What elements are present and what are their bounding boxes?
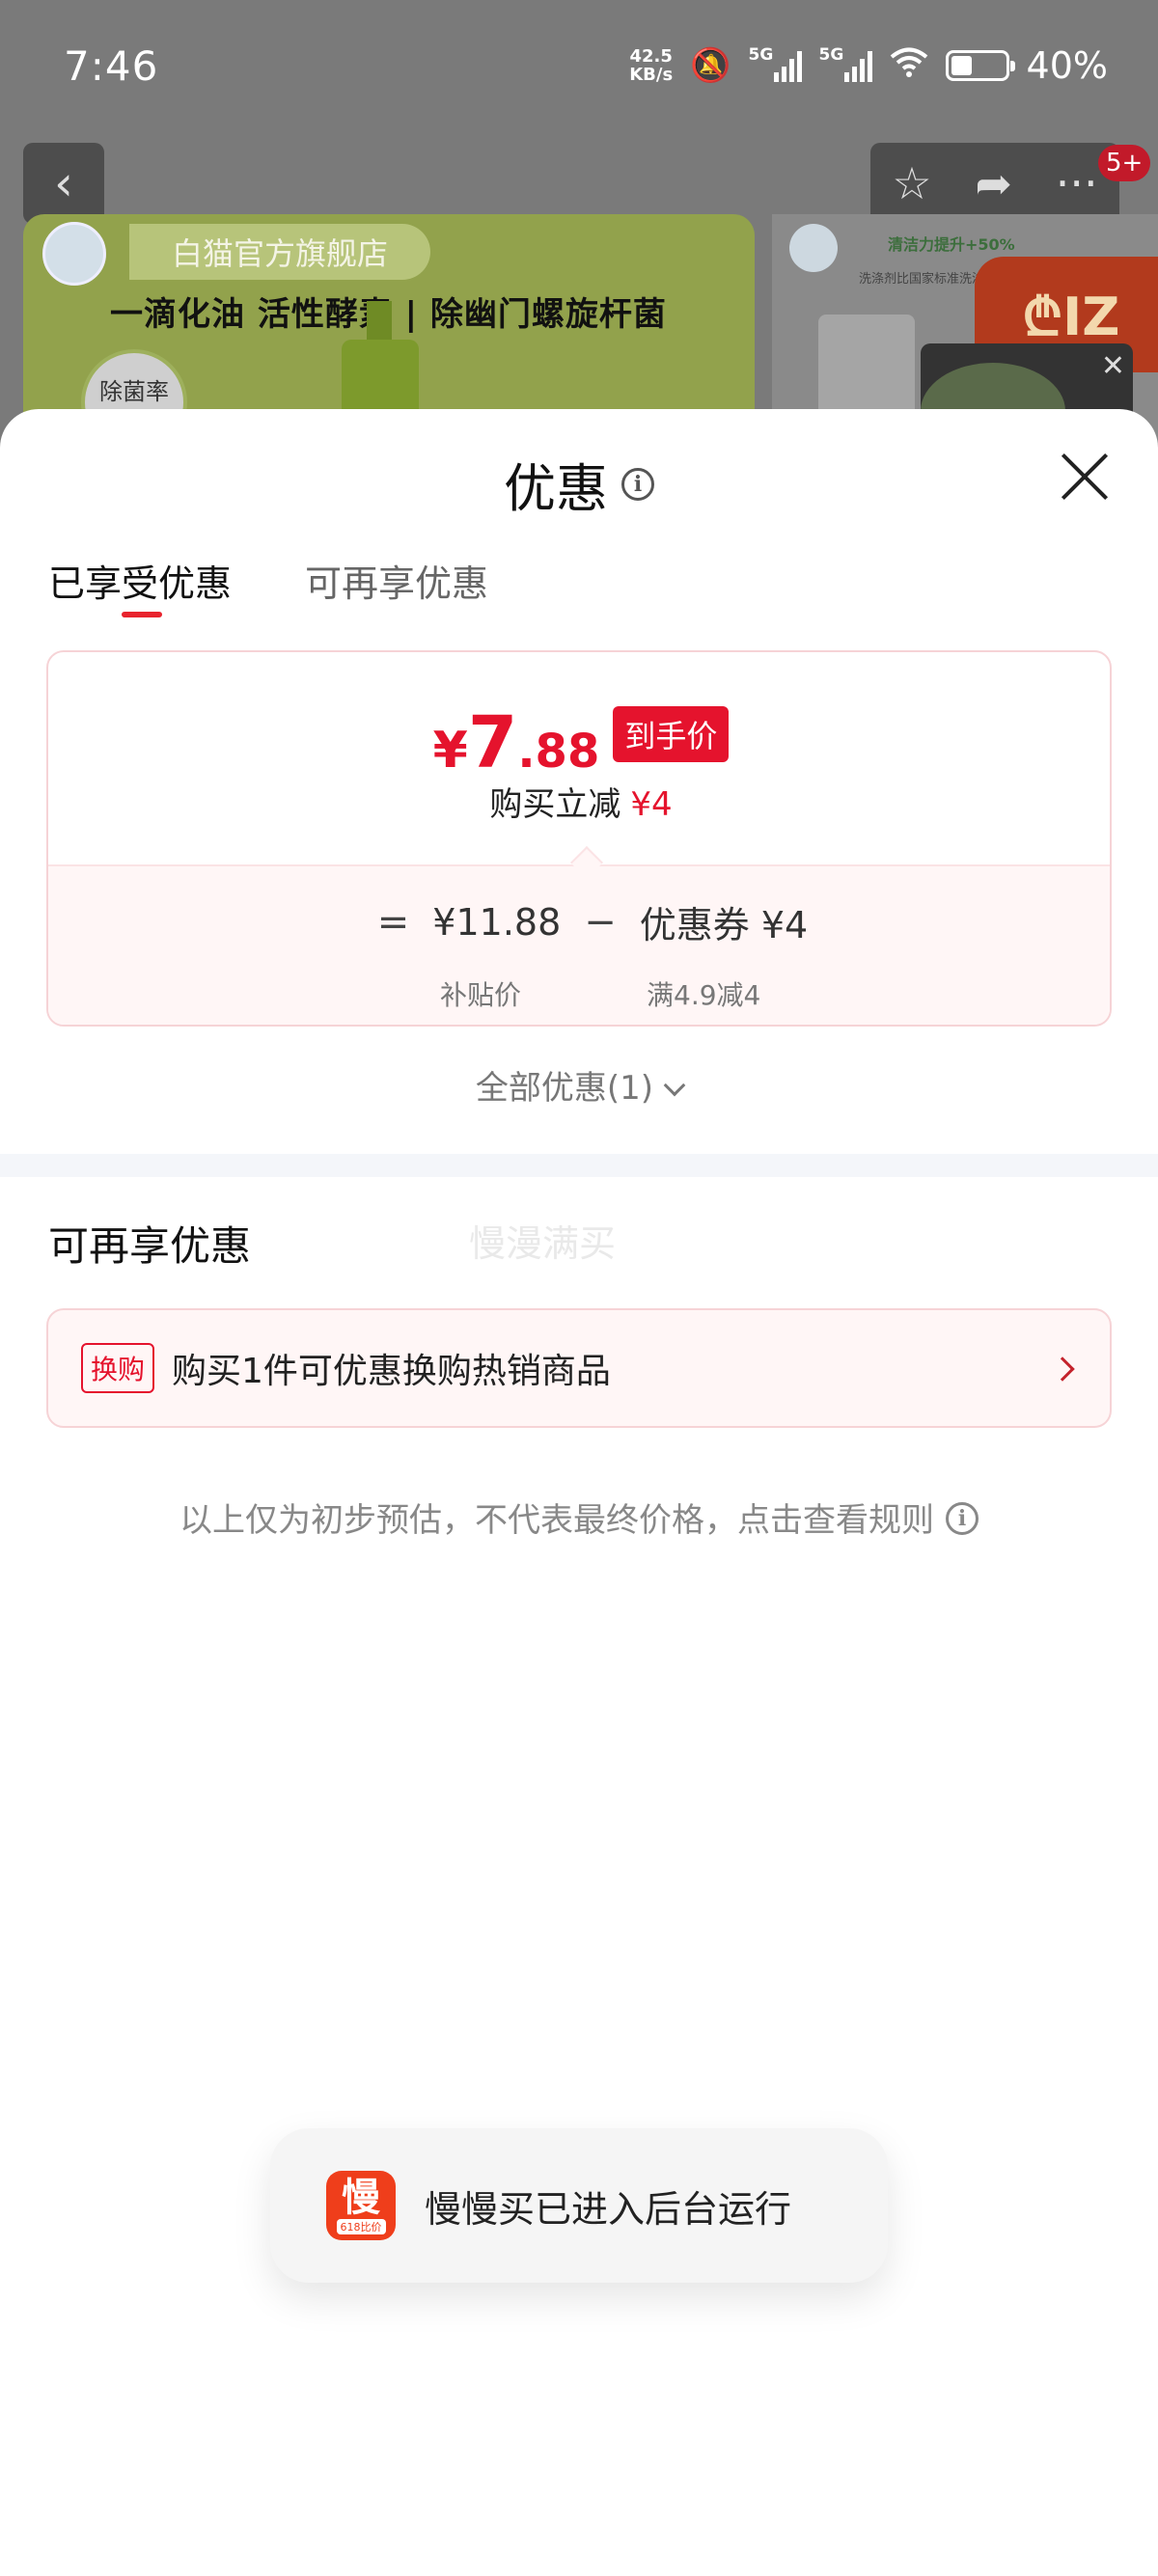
all-offers-label: 全部优惠(1) bbox=[475, 1069, 654, 1108]
chevron-left-icon: ‹ bbox=[54, 155, 73, 211]
rules-info-icon[interactable]: i bbox=[946, 1501, 979, 1535]
mute-icon: 🔕 bbox=[690, 46, 731, 85]
video-close-icon[interactable]: ✕ bbox=[1101, 349, 1125, 383]
store-name: 白猫官方旗舰店 bbox=[129, 224, 431, 280]
equals-sign: = bbox=[376, 899, 410, 945]
exchange-tag: 换购 bbox=[81, 1343, 155, 1393]
tab-more-available[interactable]: 可再享优惠 bbox=[305, 554, 488, 607]
info-icon[interactable]: i bbox=[621, 467, 654, 501]
sheet-title: 优惠 bbox=[504, 458, 608, 519]
sheet-header: 优惠 i bbox=[0, 446, 1158, 522]
top-action-group: ☆ ➦ ··· bbox=[870, 143, 1119, 224]
base-price: ¥11.88 bbox=[432, 900, 562, 944]
tab-enjoyed[interactable]: 已享受优惠 bbox=[48, 554, 233, 617]
brand-logo-small bbox=[789, 224, 838, 272]
chevron-right-icon bbox=[1050, 1357, 1075, 1382]
product-page-background: 7:46 42.5 KB/s 🔕 5G 5G 40% ‹ ☆ ➦ ··· 5+ … bbox=[0, 0, 1158, 444]
tab-active-indicator bbox=[122, 612, 162, 617]
status-indicators: 42.5 KB/s 🔕 5G 5G 40% bbox=[629, 44, 1108, 87]
network-speed: 42.5 KB/s bbox=[629, 47, 673, 84]
back-button[interactable]: ‹ bbox=[23, 143, 104, 224]
network-speed-unit: KB/s bbox=[629, 65, 674, 85]
star-icon[interactable]: ☆ bbox=[892, 157, 931, 209]
discount-tabs: 已享受优惠 可再享优惠 bbox=[48, 554, 488, 617]
price-breakdown-card: ¥ 7 .88 到手价 购买立减 ¥4 = ¥11.88 − 优惠券 ¥4 补贴价… bbox=[46, 650, 1112, 1027]
minus-sign: − bbox=[584, 899, 617, 945]
signal-label: 5G bbox=[748, 45, 774, 65]
section-divider bbox=[0, 1154, 1158, 1177]
price-calculation: = ¥11.88 − 优惠券 ¥4 补贴价 满4.9减4 bbox=[48, 864, 1110, 1025]
toast-message: 慢慢买已进入后台运行 bbox=[425, 2187, 792, 2231]
coupon-condition: 满4.9减4 bbox=[647, 979, 761, 1011]
network-speed-value: 42.5 bbox=[629, 46, 673, 67]
exchange-offer[interactable]: 换购 购买1件可优惠换购热销商品 bbox=[46, 1308, 1112, 1428]
battery-percent: 40% bbox=[1026, 44, 1108, 87]
exchange-text: 购买1件可优惠换购热销商品 bbox=[172, 1352, 611, 1391]
final-price-currency: ¥ bbox=[432, 722, 468, 780]
price-disclaimer[interactable]: 以上仅为初步预估，不代表最终价格，点击查看规则 i bbox=[0, 1494, 1158, 1541]
wifi-icon bbox=[890, 46, 928, 86]
reduce-line: 购买立减 ¥4 bbox=[48, 778, 1110, 825]
background-run-toast: 慢 618比价 慢慢买已进入后台运行 bbox=[270, 2128, 888, 2283]
reduce-label: 购买立减 bbox=[489, 785, 621, 824]
app-icon-sub: 618比价 bbox=[336, 2219, 386, 2234]
status-time: 7:46 bbox=[64, 42, 159, 90]
final-price-tag: 到手价 bbox=[613, 706, 730, 762]
battery-icon bbox=[945, 50, 1015, 81]
notification-badge: 5+ bbox=[1098, 145, 1151, 181]
signal-label-2: 5G bbox=[818, 45, 844, 65]
coupon-amount: 优惠券 ¥4 bbox=[639, 904, 809, 946]
disclaimer-text: 以上仅为初步预估，不代表最终价格，点击查看规则 bbox=[179, 1501, 934, 1540]
reduce-amount: ¥4 bbox=[630, 785, 673, 824]
chevron-down-icon bbox=[663, 1074, 686, 1097]
status-bar: 7:46 42.5 KB/s 🔕 5G 5G 40% bbox=[0, 0, 1158, 135]
final-price-line: ¥ 7 .88 到手价 bbox=[48, 701, 1110, 784]
brand-logo bbox=[42, 222, 106, 286]
more-icon[interactable]: ··· bbox=[1056, 157, 1098, 209]
app-icon-glyph: 慢 bbox=[342, 2176, 380, 2220]
app-icon: 慢 618比价 bbox=[326, 2171, 396, 2240]
base-price-label: 补贴价 bbox=[440, 979, 522, 1011]
side-banner-line: 清洁力提升+50% bbox=[888, 235, 1015, 254]
section-title: 可再享优惠 bbox=[48, 1222, 252, 1270]
watermark-text: 慢漫满买 bbox=[469, 1222, 617, 1265]
close-button[interactable] bbox=[1058, 450, 1112, 504]
battery-fill bbox=[951, 56, 973, 75]
tab-enjoyed-label: 已享受优惠 bbox=[48, 562, 233, 605]
signal-icon: 5G bbox=[749, 45, 802, 82]
tab-more-label: 可再享优惠 bbox=[305, 562, 489, 605]
final-price: ¥ 7 .88 bbox=[432, 701, 600, 784]
calc-row: = ¥11.88 − 优惠券 ¥4 bbox=[48, 895, 1110, 948]
share-icon[interactable]: ➦ bbox=[975, 157, 1012, 209]
final-price-decimal: .88 bbox=[517, 725, 600, 779]
signal-icon-2: 5G bbox=[819, 45, 872, 82]
final-price-integer: 7 bbox=[467, 701, 518, 784]
all-offers-toggle[interactable]: 全部优惠(1) bbox=[0, 1061, 1158, 1109]
